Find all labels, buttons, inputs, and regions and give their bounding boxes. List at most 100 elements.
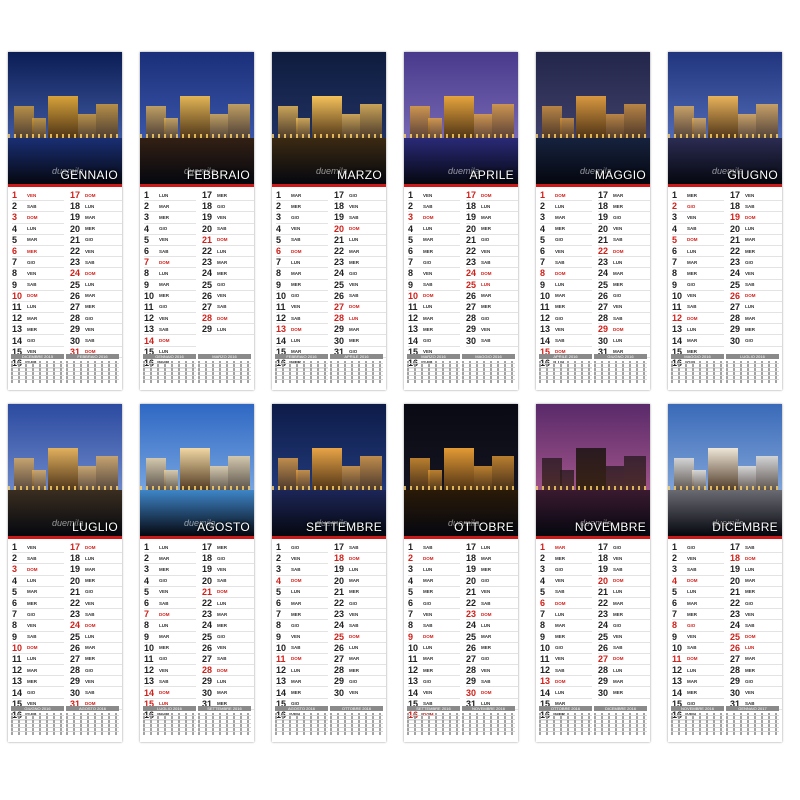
mini-calendars: APRILE 2016 GIUGNO 2016: [539, 354, 647, 384]
weekday-label: SAB: [555, 338, 565, 344]
day-row: 2 VEN: [276, 553, 328, 565]
mini-month-title: FEBBRAIO 2016: [66, 354, 119, 359]
day-row: 24 MER: [202, 268, 254, 280]
weekday-label: SAB: [423, 544, 433, 550]
day-row: 30 VEN: [334, 687, 386, 699]
day-number: 24: [70, 620, 81, 631]
weekday-label: SAB: [481, 259, 491, 265]
day-number: 21: [598, 234, 609, 245]
weekday-label: MER: [291, 203, 301, 209]
weekday-label: DOM: [291, 578, 302, 584]
weekday-label: MAR: [555, 293, 566, 299]
day-number: 25: [334, 279, 345, 290]
day-number: 11: [672, 653, 682, 664]
day-row: 7 MER: [672, 609, 724, 621]
day-number: 8: [144, 620, 150, 631]
day-row: 20 VEN: [598, 224, 650, 235]
day-number: 10: [144, 290, 155, 301]
weekday-label: GIO: [85, 589, 94, 595]
day-row: 21 GIO: [466, 235, 518, 246]
day-number: 10: [144, 642, 155, 653]
weekday-label: VEN: [159, 237, 169, 243]
day-number: 20: [202, 575, 213, 586]
day-row: 5 MER: [408, 587, 460, 598]
day-row: 20 LUN: [730, 224, 782, 235]
day-row: 28 MAR: [730, 313, 782, 325]
mini-month-grid: [143, 713, 196, 735]
day-number: 17: [70, 190, 81, 201]
day-row: 10 DOM: [12, 643, 64, 654]
day-row: 5 SAB: [540, 587, 592, 598]
day-number: 12: [12, 665, 23, 676]
day-number: 24: [466, 620, 477, 631]
day-number: 25: [466, 631, 477, 642]
weekday-label: DOM: [481, 192, 492, 198]
day-row: 19 MAR: [466, 212, 518, 224]
day-number: 30: [466, 335, 477, 346]
weekday-label: VEN: [217, 645, 227, 651]
weekday-label: DOM: [423, 555, 434, 561]
day-row: 23 VEN: [334, 609, 386, 621]
weekday-label: MER: [27, 600, 37, 606]
weekday-label: GIO: [27, 338, 36, 344]
weekday-label: LUN: [217, 600, 227, 606]
weekday-label: MER: [555, 304, 565, 310]
weekday-label: MER: [687, 690, 697, 696]
day-number: 12: [276, 665, 287, 676]
calendar-sheet: duemila GENNAIO 1 VEN 2 SAB 3 DOM 4 LUN 5 MAR 6 MER 7 G…: [8, 52, 122, 390]
weekday-label: DOM: [555, 192, 566, 198]
mini-month-grid: [726, 361, 779, 383]
day-number: 28: [598, 313, 609, 324]
city-photo: duemila GIUGNO: [668, 52, 782, 184]
day-number: 11: [144, 653, 154, 664]
day-number: 22: [466, 246, 477, 257]
day-number: 7: [12, 609, 18, 620]
day-row: 25 MER: [598, 280, 650, 291]
day-number: 17: [202, 542, 213, 553]
day-row: 28 GIO: [70, 313, 122, 325]
weekday-label: GIO: [27, 611, 36, 617]
day-list: 1 MAR 2 MER 3 GIO 4 VEN 5 SAB 6 DOM 7 LUN 8 MAR 9 MER 10 GI…: [276, 190, 386, 369]
weekday-label: SAB: [159, 600, 169, 606]
weekday-label: DOM: [27, 293, 38, 299]
weekday-label: VEN: [349, 611, 359, 617]
day-number: 5: [12, 234, 18, 245]
day-number: 25: [334, 631, 345, 642]
day-row: 3 VEN: [672, 212, 724, 224]
day-number: 5: [672, 586, 678, 597]
day-number: 4: [276, 223, 282, 234]
day-number: 14: [12, 335, 23, 346]
day-row: 3 SAB: [672, 564, 724, 576]
weekday-label: DOM: [613, 656, 624, 662]
weekday-label: MER: [423, 667, 433, 673]
day-number: 9: [540, 631, 546, 642]
day-number: 4: [12, 575, 18, 586]
day-row: 14 MER: [672, 687, 724, 699]
day-number: 28: [730, 313, 741, 324]
weekday-label: VEN: [481, 589, 491, 595]
day-number: 2: [408, 553, 414, 564]
mini-month-grid: [275, 361, 328, 383]
day-number: 26: [70, 642, 81, 653]
weekday-label: VEN: [217, 566, 227, 572]
city-photo: duemila NOVEMBRE: [536, 404, 650, 536]
day-row: 21 MAR: [730, 235, 782, 246]
day-number: 13: [144, 676, 155, 687]
day-number: 13: [540, 676, 551, 687]
day-number: 28: [70, 665, 81, 676]
day-number: 5: [276, 586, 282, 597]
weekday-label: DOM: [159, 611, 170, 617]
day-number: 2: [672, 201, 678, 212]
weekday-label: SAB: [613, 315, 623, 321]
day-number: 19: [730, 212, 741, 223]
day-number: 23: [598, 257, 609, 268]
day-row: 13 DOM: [276, 324, 328, 336]
day-row: 8 MAR: [540, 620, 592, 632]
weekday-label: GIO: [349, 600, 358, 606]
weekday-label: GIO: [27, 690, 36, 696]
day-number: 14: [408, 687, 419, 698]
weekday-label: MER: [613, 690, 623, 696]
mini-month-title: MAGGIO 2016: [462, 354, 515, 359]
weekday-label: DOM: [85, 270, 96, 276]
day-row: 17 DOM: [70, 542, 122, 554]
